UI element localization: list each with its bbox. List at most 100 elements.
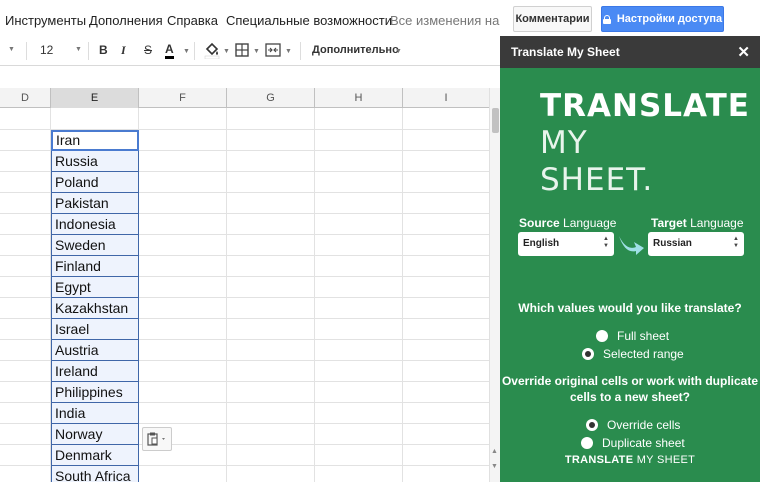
values-question: Which values would you like translate? xyxy=(518,301,742,315)
borders-icon[interactable] xyxy=(235,43,249,60)
toolbar-divider xyxy=(26,42,27,60)
grid-line xyxy=(226,108,227,482)
menu-tools[interactable]: Инструменты xyxy=(5,13,86,28)
option-selected-range-label: Selected range xyxy=(603,347,684,361)
formatting-toolbar: ▼ 12 ▼ B I S A ▼ ▼ ▼ ▼ Дополнительно ▼ xyxy=(0,36,500,66)
comments-button[interactable]: Комментарии xyxy=(513,6,592,32)
column-header-f[interactable]: F xyxy=(139,88,227,108)
menu-addons[interactable]: Дополнения xyxy=(89,13,163,28)
cell-e4[interactable]: Pakistan xyxy=(51,193,139,214)
radio-selected-range[interactable] xyxy=(582,348,594,360)
vertical-scrollbar[interactable]: ▲ ▼ xyxy=(489,88,500,482)
spreadsheet-grid[interactable]: D E F G H I Iran Russia Poland Pakistan Indo… xyxy=(0,88,500,482)
cell-e6[interactable]: Sweden xyxy=(51,235,139,256)
font-size-select[interactable]: 12 xyxy=(40,43,53,57)
toolbar-divider xyxy=(88,42,89,60)
share-button-label: Настройки доступа xyxy=(616,13,723,25)
lock-icon xyxy=(602,14,611,24)
option-override-cells[interactable]: Override cells xyxy=(586,418,680,432)
source-language-label: Source Language xyxy=(519,216,616,230)
sidebar-header: Translate My Sheet ✕ xyxy=(500,36,760,68)
save-status[interactable]: Все изменения на ... xyxy=(390,13,502,28)
override-question-line-1: Override original cells or work with dup… xyxy=(501,374,759,388)
column-header-h[interactable]: H xyxy=(315,88,403,108)
chevron-down-icon[interactable]: ▼ xyxy=(183,48,190,55)
radio-override-cells[interactable] xyxy=(586,419,598,431)
chevron-down-icon[interactable]: ▼ xyxy=(253,48,260,55)
cell-e2[interactable]: Russia xyxy=(51,151,139,172)
translate-my-sheet-button[interactable]: TRANSLATE MY SHEET xyxy=(500,454,760,466)
text-color-button[interactable]: A xyxy=(165,43,174,59)
column-header-e[interactable]: E xyxy=(51,88,139,108)
column-headers: D E F G H I xyxy=(0,88,490,108)
option-selected-range[interactable]: Selected range xyxy=(582,347,684,361)
cell-e1[interactable]: Iran xyxy=(51,130,139,151)
cell-e16[interactable]: Denmark xyxy=(51,445,139,466)
chevron-down-icon[interactable]: ▼ xyxy=(75,46,82,53)
chevron-down-icon[interactable]: ▼ xyxy=(8,46,15,53)
logo: TRANSLATE MY SHEET. xyxy=(540,88,750,199)
share-button[interactable]: Настройки доступа xyxy=(601,6,724,32)
option-override-label: Override cells xyxy=(607,418,681,432)
radio-full-sheet[interactable] xyxy=(596,330,608,342)
radio-duplicate-sheet[interactable] xyxy=(581,437,593,449)
logo-line-3: SHEET. xyxy=(540,162,654,198)
cell-e15[interactable]: Norway xyxy=(51,424,139,445)
chevron-down-icon[interactable]: ▼ xyxy=(395,48,402,55)
toolbar-divider xyxy=(194,42,195,60)
scroll-up-icon[interactable]: ▲ xyxy=(491,448,498,455)
menu-accessibility[interactable]: Специальные возможности xyxy=(226,13,392,28)
source-language-value: English xyxy=(523,238,560,249)
translate-sidebar: Translate My Sheet ✕ TRANSLATE MY SHEET.… xyxy=(500,36,760,482)
target-language-value: Russian xyxy=(653,238,692,249)
grid-line xyxy=(402,108,403,482)
column-header-d[interactable]: D xyxy=(0,88,51,108)
close-icon[interactable]: ✕ xyxy=(737,43,750,61)
sidebar-title: Translate My Sheet xyxy=(511,45,620,59)
cell-e13[interactable]: Philippines xyxy=(51,382,139,403)
source-language-select[interactable]: English ▲ ▼ xyxy=(518,232,614,256)
source-label-rest: Language xyxy=(559,216,617,230)
cell-e14[interactable]: India xyxy=(51,403,139,424)
select-arrows-icon: ▲ ▼ xyxy=(603,236,609,249)
source-label-bold: Source xyxy=(519,216,560,230)
paste-options-icon[interactable] xyxy=(142,427,172,451)
logo-line-2: MY xyxy=(540,125,588,161)
target-language-label: Target Language xyxy=(651,216,744,230)
cell-e11[interactable]: Austria xyxy=(51,340,139,361)
toolbar-divider xyxy=(300,42,301,60)
cell-e5[interactable]: Indonesia xyxy=(51,214,139,235)
scroll-down-icon[interactable]: ▼ xyxy=(491,463,498,470)
cell-e7[interactable]: Finland xyxy=(51,256,139,277)
cell-e8[interactable]: Egypt xyxy=(51,277,139,298)
italic-button[interactable]: I xyxy=(121,43,126,58)
strikethrough-button[interactable]: S xyxy=(144,43,152,57)
arrow-right-icon xyxy=(617,232,645,261)
override-question-line-2: cells to a new sheet? xyxy=(569,390,691,404)
scrollbar-thumb[interactable] xyxy=(492,108,499,133)
option-duplicate-sheet[interactable]: Duplicate sheet xyxy=(581,436,685,450)
grid-line xyxy=(314,108,315,482)
cell-e10[interactable]: Israel xyxy=(51,319,139,340)
menu-help[interactable]: Справка xyxy=(167,13,218,28)
option-duplicate-label: Duplicate sheet xyxy=(602,436,685,450)
column-header-i[interactable]: I xyxy=(403,88,490,108)
target-language-select[interactable]: Russian ▲ ▼ xyxy=(648,232,744,256)
option-full-sheet[interactable]: Full sheet xyxy=(596,329,669,343)
footer-rest: MY SHEET xyxy=(633,454,696,466)
cell-e17[interactable]: South Africa xyxy=(51,466,139,482)
logo-line-1: TRANSLATE xyxy=(540,88,750,124)
more-button[interactable]: Дополнительно xyxy=(312,44,399,56)
cell-e12[interactable]: Ireland xyxy=(51,361,139,382)
merge-cells-icon[interactable] xyxy=(265,43,281,60)
bold-button[interactable]: B xyxy=(99,43,108,57)
option-full-sheet-label: Full sheet xyxy=(617,329,670,343)
cell-e3[interactable]: Poland xyxy=(51,172,139,193)
cell-e9[interactable]: Kazakhstan xyxy=(51,298,139,319)
select-arrows-icon: ▲ ▼ xyxy=(733,236,739,249)
footer-bold: TRANSLATE xyxy=(564,454,634,466)
column-header-g[interactable]: G xyxy=(227,88,315,108)
fill-color-icon[interactable] xyxy=(204,41,220,62)
chevron-down-icon[interactable]: ▼ xyxy=(223,48,230,55)
chevron-down-icon[interactable]: ▼ xyxy=(285,48,292,55)
